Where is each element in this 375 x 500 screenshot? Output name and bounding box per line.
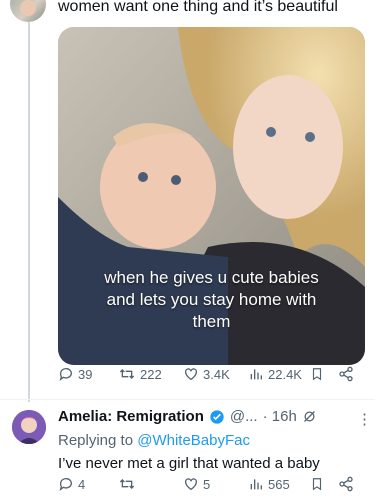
thread-line (28, 22, 30, 402)
retweet-icon (119, 369, 135, 379)
tweet-text: women want one thing and it’s beautiful (58, 0, 338, 15)
reply-button[interactable]: 4 (58, 476, 85, 492)
views-button[interactable]: 565 (248, 476, 290, 492)
heart-icon (185, 368, 197, 381)
views-icon (250, 479, 262, 490)
like-button[interactable]: 5 (183, 476, 210, 492)
like-button[interactable]: 3.4K (183, 366, 230, 382)
share-button[interactable] (338, 476, 354, 492)
replying-prefix: Replying to (58, 432, 138, 449)
bookmark-button[interactable] (310, 366, 324, 382)
handle[interactable]: @... (230, 408, 258, 425)
display-name[interactable]: Amelia: Remigration (58, 408, 204, 425)
more-options-icon[interactable]: ⋮ (357, 410, 372, 428)
share-icon (339, 476, 353, 492)
avatar-illustration (12, 410, 46, 444)
caption-line: and lets you stay home with (106, 290, 317, 309)
retweet-icon (119, 479, 135, 489)
views-icon (250, 369, 262, 380)
bookmark-button[interactable] (310, 476, 324, 492)
divider (0, 399, 375, 400)
like-count: 5 (203, 476, 211, 492)
reply-count: 39 (78, 366, 93, 382)
reply-button[interactable]: 39 (58, 366, 92, 382)
share-icon (339, 366, 353, 382)
grok-icon[interactable] (302, 409, 317, 424)
caption-line: them (192, 312, 231, 331)
verified-badge-icon (210, 409, 224, 424)
retweet-count: 222 (140, 366, 162, 382)
retweet-button[interactable]: 222 (118, 366, 162, 382)
share-button[interactable] (338, 366, 354, 382)
like-count: 3.4K (203, 366, 230, 382)
timestamp[interactable]: · 16h (263, 408, 297, 425)
media-caption: when he gives u cute babies and lets you… (58, 267, 365, 333)
reply-count: 4 (78, 476, 86, 492)
tweet-media[interactable]: when he gives u cute babies and lets you… (58, 27, 365, 365)
bookmark-icon (312, 478, 322, 491)
reply-header: Amelia: Remigration @... · 16h (58, 408, 317, 425)
replying-to-link[interactable]: @WhiteBabyFac (137, 432, 250, 449)
reply-icon (59, 368, 72, 381)
views-button[interactable]: 22.4K (248, 366, 302, 382)
replying-to: Replying to @WhiteBabyFac (58, 432, 250, 449)
reply-text: I’ve never met a girl that wanted a baby (58, 455, 320, 472)
heart-icon (185, 478, 197, 491)
retweet-button[interactable] (118, 476, 140, 492)
caption-line: when he gives u cute babies (104, 268, 319, 287)
reply-avatar[interactable] (12, 410, 46, 444)
avatar[interactable] (10, 0, 46, 22)
reply-icon (59, 478, 72, 491)
views-count: 565 (268, 476, 290, 492)
views-count: 22.4K (268, 366, 302, 382)
bookmark-icon (312, 368, 322, 381)
